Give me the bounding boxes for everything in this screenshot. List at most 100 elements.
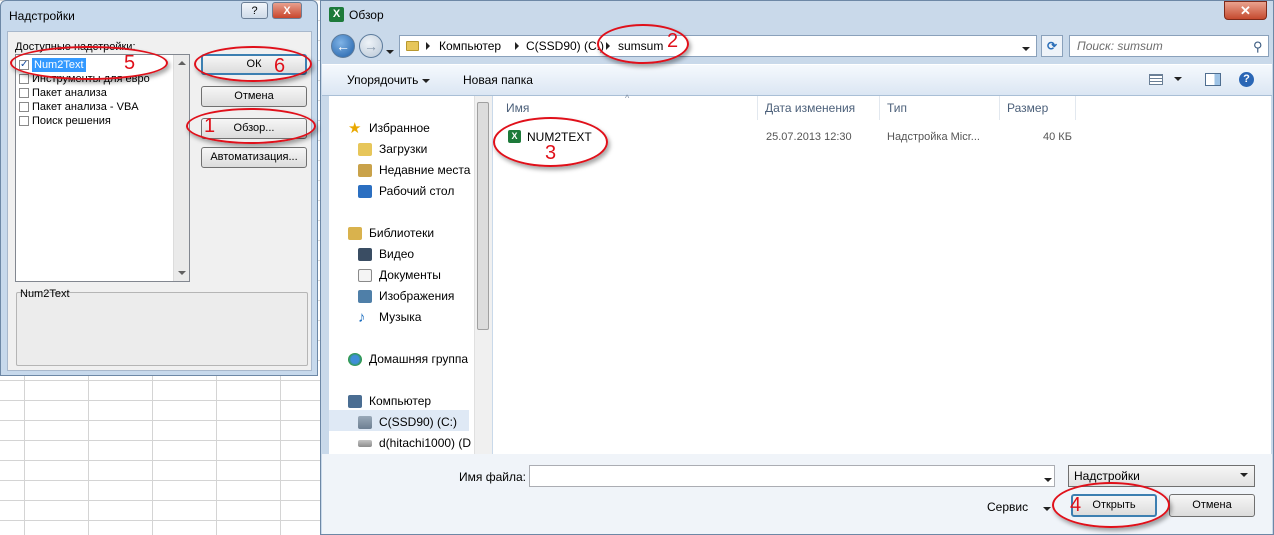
chevron-right-icon[interactable] <box>606 42 610 50</box>
help-button[interactable]: ? <box>241 2 268 19</box>
excel-file-icon: X <box>508 130 521 143</box>
organize-button[interactable]: Упорядочить <box>347 73 430 87</box>
checkbox-solver[interactable] <box>19 116 29 126</box>
nav-documents[interactable]: Документы <box>358 268 441 282</box>
nav-recent[interactable]: Недавние места <box>358 163 470 177</box>
column-divider[interactable] <box>879 96 880 120</box>
nav-drive-d[interactable]: d(hitachi1000) (D <box>358 436 471 450</box>
breadcrumb-sumsum[interactable]: sumsum <box>618 39 663 53</box>
filetype-select[interactable]: Надстройки <box>1068 465 1255 487</box>
list-item-analysis-pack-vba[interactable]: Пакет анализа - VBA <box>19 100 171 114</box>
tools-dropdown-icon[interactable] <box>1043 501 1051 515</box>
breadcrumb-computer[interactable]: Компьютер <box>439 39 501 53</box>
nav-downloads[interactable]: Загрузки <box>358 142 427 156</box>
automation-button[interactable]: Автоматизация... <box>201 147 307 168</box>
close-button[interactable]: X <box>272 2 302 19</box>
file-size: 40 КБ <box>1043 131 1072 143</box>
documents-icon <box>358 268 372 282</box>
back-icon[interactable]: ← <box>331 34 355 58</box>
chevron-right-icon[interactable] <box>515 42 519 50</box>
address-dropdown-icon[interactable] <box>1022 41 1030 55</box>
list-item-solver[interactable]: Поиск решения <box>19 114 171 128</box>
file-list: Имя ^ Дата изменения Тип Размер X NUM2TE… <box>493 93 1271 454</box>
ok-button[interactable]: ОК <box>201 54 307 75</box>
nav-label: Музыка <box>379 310 422 324</box>
sort-asc-icon: ^ <box>625 93 630 103</box>
file-type: Надстройка Micr... <box>887 131 980 143</box>
excel-icon: X <box>329 7 344 22</box>
tools-label: Сервис <box>987 500 1029 514</box>
nav-desktop[interactable]: Рабочий стол <box>358 184 454 198</box>
search-input[interactable]: Поиск: sumsum <box>1069 35 1269 57</box>
column-date[interactable]: Дата изменения <box>765 101 855 115</box>
view-icon[interactable] <box>1149 74 1163 85</box>
scroll-up-icon[interactable] <box>178 61 186 65</box>
nav-images[interactable]: Изображения <box>358 289 454 303</box>
scroll-down-icon[interactable] <box>178 271 186 275</box>
file-name[interactable]: NUM2TEXT <box>527 130 592 144</box>
cancel-button[interactable]: Отмена <box>201 86 307 107</box>
column-divider[interactable] <box>1075 96 1076 120</box>
images-icon <box>358 289 372 303</box>
list-item-analysis-pack[interactable]: Пакет анализа <box>19 86 171 100</box>
annotation-number: 4 <box>1070 494 1082 516</box>
open-button[interactable]: Открыть <box>1071 494 1157 517</box>
nav-homegroup[interactable]: Домашняя группа <box>348 352 468 366</box>
nav-music[interactable]: ♪ Музыка <box>358 310 422 325</box>
column-size[interactable]: Размер <box>1007 101 1048 115</box>
column-divider[interactable] <box>999 96 1000 120</box>
preview-pane-icon[interactable] <box>1205 73 1221 86</box>
view-dropdown-icon[interactable] <box>1174 71 1182 85</box>
checkbox-euro-tools[interactable] <box>19 74 29 84</box>
chevron-right-icon[interactable] <box>426 42 430 50</box>
drive-icon <box>358 439 372 447</box>
nav-label: d(hitachi1000) (D <box>379 436 472 450</box>
command-bar: Упорядочить Новая папка ? <box>322 64 1272 96</box>
nav-label: Изображения <box>379 289 455 303</box>
nav-favorites[interactable]: ★ Избранное <box>348 119 430 137</box>
nav-scroll-thumb[interactable] <box>477 102 489 330</box>
history-dropdown-icon[interactable] <box>386 44 394 58</box>
help-icon[interactable]: ? <box>1239 72 1254 87</box>
addins-list-scrollbar[interactable] <box>173 55 189 281</box>
checkbox-analysis-pack-vba[interactable] <box>19 102 29 112</box>
column-type[interactable]: Тип <box>887 101 907 115</box>
annotation-number: 1 <box>204 115 216 137</box>
list-item-euro-tools[interactable]: Инструменты для евро <box>19 72 171 86</box>
cancel-button[interactable]: Отмена <box>1169 494 1255 517</box>
list-item-num2text[interactable]: ✓ Num2Text <box>19 58 171 72</box>
nav-label: Видео <box>379 247 415 261</box>
description-label: Num2Text <box>20 288 70 300</box>
filetype-label: Надстройки <box>1074 469 1140 483</box>
list-item-label: Пакет анализа <box>32 87 107 99</box>
star-icon: ★ <box>348 119 362 137</box>
nav-scrollbar[interactable] <box>474 96 492 454</box>
browse-button[interactable]: Обзор... <box>201 118 307 139</box>
search-icon[interactable]: ⚲ <box>1253 39 1263 55</box>
nav-libraries[interactable]: Библиотеки <box>348 226 434 240</box>
list-item-label: Поиск решения <box>32 115 111 127</box>
desktop-icon <box>358 184 372 198</box>
column-divider[interactable] <box>757 96 758 120</box>
forward-icon[interactable]: → <box>359 34 383 58</box>
close-button[interactable]: ✕ <box>1224 1 1267 20</box>
chevron-down-icon <box>421 78 430 83</box>
filename-dropdown-icon[interactable] <box>1044 472 1052 486</box>
navigation-pane: ★ Избранное Загрузки Недавние места Рабоч… <box>329 96 492 454</box>
refresh-icon[interactable]: ⟳ <box>1041 35 1063 57</box>
annotation-number: 2 <box>667 30 679 52</box>
nav-drive-c[interactable]: C(SSD90) (C:) <box>358 415 457 429</box>
checkbox-num2text[interactable]: ✓ <box>19 60 29 70</box>
address-bar[interactable]: Компьютер C(SSD90) (C:) sumsum <box>399 35 1037 57</box>
checkbox-analysis-pack[interactable] <box>19 88 29 98</box>
nav-video[interactable]: Видео <box>358 247 414 261</box>
breadcrumb-drive-c[interactable]: C(SSD90) (C:) <box>526 39 604 53</box>
filename-input[interactable] <box>529 465 1055 487</box>
column-name[interactable]: Имя <box>506 101 529 115</box>
new-folder-button[interactable]: Новая папка <box>463 73 533 87</box>
organize-label: Упорядочить <box>347 73 419 87</box>
nav-label: Библиотеки <box>369 226 435 240</box>
tools-button[interactable]: Сервис <box>987 500 1028 514</box>
nav-computer[interactable]: Компьютер <box>348 394 431 408</box>
addins-dialog: Надстройки ? X Доступные надстройки: ✓ N… <box>0 0 318 376</box>
